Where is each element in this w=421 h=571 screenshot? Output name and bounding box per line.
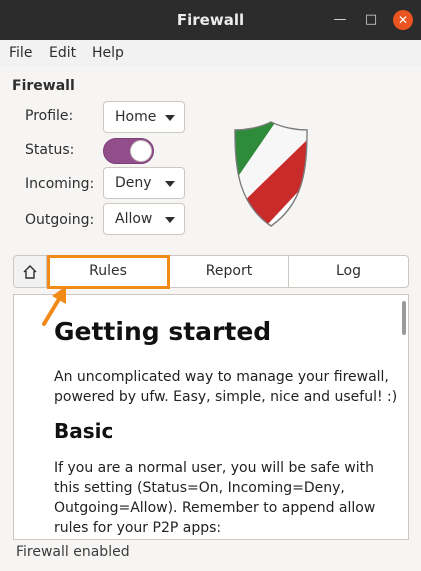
menu-file[interactable]: File bbox=[9, 45, 32, 61]
outgoing-value: Allow bbox=[115, 211, 153, 227]
chevron-down-icon bbox=[165, 217, 175, 223]
chevron-down-icon bbox=[165, 115, 175, 121]
title-bar: Firewall — □ ✕ bbox=[0, 0, 421, 40]
getting-started-heading: Getting started bbox=[54, 317, 272, 346]
home-icon bbox=[23, 265, 37, 279]
status-label: Status: bbox=[25, 142, 75, 158]
window-title: Firewall bbox=[176, 11, 245, 29]
outgoing-label: Outgoing: bbox=[25, 212, 95, 228]
status-bar: Firewall enabled bbox=[16, 544, 130, 560]
menu-edit[interactable]: Edit bbox=[49, 45, 76, 61]
incoming-label: Incoming: bbox=[25, 176, 95, 192]
intro-text: An uncomplicated way to manage your fire… bbox=[54, 369, 398, 405]
gufw-shield-icon bbox=[234, 121, 308, 227]
minimize-icon[interactable]: — bbox=[330, 10, 350, 30]
help-viewer[interactable]: Getting started An uncomplicated way to … bbox=[13, 294, 409, 540]
toggle-knob bbox=[130, 140, 152, 162]
incoming-value: Deny bbox=[115, 175, 152, 191]
close-icon[interactable]: ✕ bbox=[393, 10, 413, 30]
profile-value: Home bbox=[115, 109, 157, 125]
menu-bar: File Edit Help bbox=[0, 40, 421, 66]
annotation-arrow-icon bbox=[42, 286, 66, 326]
status-toggle[interactable] bbox=[103, 138, 154, 164]
profile-dropdown[interactable]: Home bbox=[103, 101, 185, 133]
section-title: Firewall bbox=[12, 78, 75, 94]
basic-text: If you are a normal user, you will be sa… bbox=[54, 460, 376, 536]
maximize-icon[interactable]: □ bbox=[361, 10, 381, 30]
chevron-down-icon bbox=[165, 181, 175, 187]
profile-label: Profile: bbox=[25, 108, 74, 124]
scrollbar[interactable] bbox=[402, 301, 406, 335]
outgoing-dropdown[interactable]: Allow bbox=[103, 203, 185, 235]
tab-bar: Rules Report Log bbox=[13, 255, 409, 288]
basic-heading: Basic bbox=[54, 419, 114, 443]
tab-log[interactable]: Log bbox=[288, 255, 409, 288]
incoming-dropdown[interactable]: Deny bbox=[103, 167, 185, 199]
tab-report[interactable]: Report bbox=[169, 255, 289, 288]
menu-help[interactable]: Help bbox=[92, 45, 124, 61]
